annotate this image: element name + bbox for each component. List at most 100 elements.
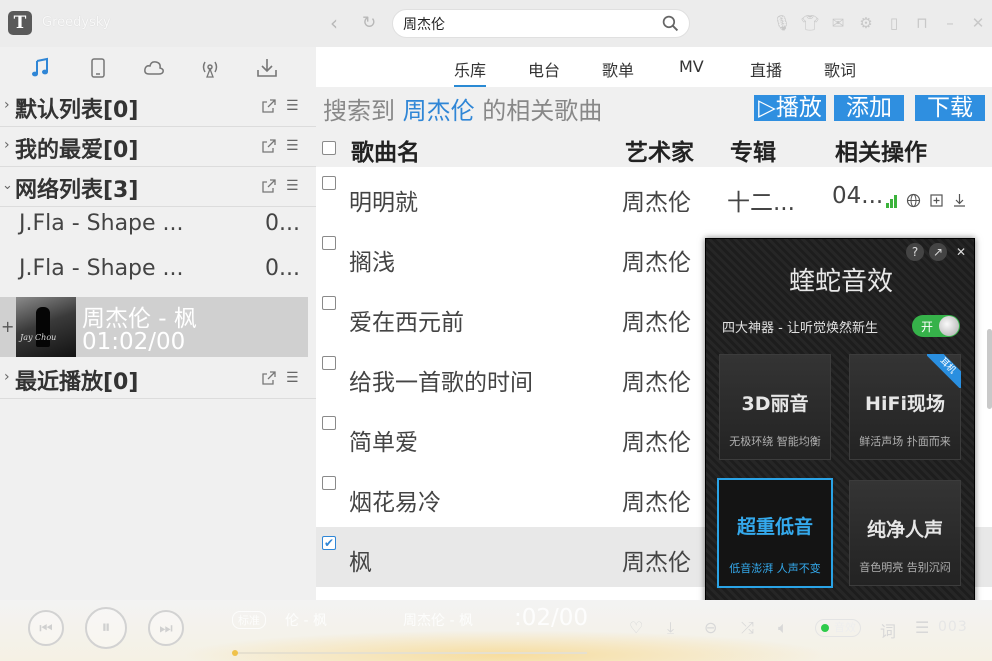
popout-icon[interactable]: ↗ [929, 243, 947, 261]
effect-toggle[interactable]: 开 [912, 315, 960, 337]
list-recent[interactable]: › 最近播放[0] ☰ [0, 359, 316, 399]
shuffle-icon[interactable]: ⤮ [741, 618, 754, 638]
row-checkbox-checked[interactable]: ✔ [322, 536, 336, 550]
next-icon[interactable]: ⏭ [148, 610, 184, 646]
chevron-down-icon[interactable]: ⌄ [2, 178, 13, 193]
lyrics-button[interactable]: 词 [880, 618, 896, 642]
effect-card-3d[interactable]: 3D丽音 无极环绕 智能均衡 [719, 354, 831, 460]
scrollbar[interactable] [987, 329, 992, 409]
gear-icon[interactable]: ⚙ [852, 14, 880, 32]
popup-controls: ? ↗ ✕ [906, 243, 970, 261]
list-network[interactable]: ⌄ 网络列表[3] ☰ [0, 167, 316, 207]
list-item[interactable]: J.Fla - Shape ... 0... [0, 207, 316, 251]
no-entry-icon[interactable]: ⊖ [704, 618, 717, 637]
chevron-right-icon[interactable]: › [4, 137, 10, 153]
row-checkbox[interactable] [322, 476, 336, 490]
tab-library[interactable]: 乐库 [454, 57, 487, 87]
share-icon[interactable] [262, 371, 276, 385]
effect-card-vocal[interactable]: 纯净人声 音色明亮 告别沉闷 [849, 480, 961, 586]
effect-desc: 音色明亮 告别沉闷 [859, 561, 951, 574]
player-song-left: 伦 - 枫 [285, 613, 327, 629]
row-checkbox[interactable] [322, 236, 336, 250]
add-button[interactable]: 添加 [834, 95, 904, 121]
mini-mode-icon[interactable]: ▯ [880, 14, 908, 32]
cloud-icon[interactable] [143, 57, 165, 79]
minimize-icon[interactable]: – [936, 14, 964, 32]
share-icon[interactable] [262, 179, 276, 193]
playlist-icon[interactable]: ☰ [915, 618, 929, 637]
volume-icon[interactable]: 🔈︎ [778, 618, 788, 638]
list-title: 默认列表[0] [15, 98, 139, 123]
radio-icon[interactable] [199, 57, 221, 79]
chevron-right-icon[interactable]: › [4, 369, 10, 385]
search-input[interactable] [403, 13, 653, 34]
previous-icon[interactable]: ⏮ [28, 610, 64, 646]
menu-icon[interactable]: ☰ [286, 98, 299, 114]
table-row[interactable]: 明明就 周杰伦 十二... 04... [316, 167, 992, 227]
shirt-skin-icon[interactable]: 👕︎ [796, 14, 824, 32]
menu-icon[interactable]: ☰ [286, 178, 299, 194]
list-favorite[interactable]: › 我的最爱[0] ☰ [0, 127, 316, 167]
download-button[interactable]: 下载 [915, 95, 985, 121]
menu-icon[interactable]: ☰ [286, 138, 299, 154]
tab-mv[interactable]: MV [679, 57, 704, 76]
play-button[interactable]: ▷播放 [754, 95, 826, 121]
main-tab-bar: 乐库 电台 歌单 MV 直播 歌词 [316, 47, 992, 87]
search-icon[interactable] [662, 15, 679, 32]
close-icon[interactable]: ✕ [952, 243, 970, 261]
tab-live[interactable]: 直播 [750, 57, 782, 81]
globe-icon[interactable] [906, 193, 921, 208]
toggle-label: 开 [921, 320, 934, 334]
now-playing-item[interactable]: + Jay Chou 周杰伦 - 枫 01:02/00 [0, 297, 308, 357]
tab-radio[interactable]: 电台 [528, 57, 560, 81]
row-checkbox[interactable] [322, 176, 336, 190]
quality-tag[interactable]: 标准 [232, 611, 266, 629]
music-note-icon[interactable] [30, 57, 52, 79]
plus-icon[interactable]: + [1, 317, 14, 336]
pause-icon[interactable]: ⏸ [85, 607, 127, 649]
tab-playlists[interactable]: 歌单 [602, 57, 634, 81]
player-song-center: 周杰伦 - 枫 [403, 613, 473, 629]
progress-handle[interactable] [232, 650, 238, 656]
download-icon[interactable] [952, 193, 967, 208]
mail-icon[interactable]: ✉ [824, 14, 852, 32]
window-controls: 🎙︎ 👕︎ ✉ ⚙ ▯ ⊓ – ✕ [768, 8, 992, 38]
now-playing-time: 01:02/00 [82, 329, 186, 355]
now-playing-title: 周杰伦 - 枫 [82, 306, 197, 332]
chevron-right-icon[interactable]: › [4, 97, 10, 113]
lock-icon[interactable]: ⊓ [908, 14, 936, 32]
row-checkbox[interactable] [322, 416, 336, 430]
progress-bar[interactable] [232, 650, 587, 656]
microphone-icon[interactable]: 🎙︎ [768, 14, 796, 32]
phone-icon[interactable] [87, 57, 109, 79]
song-artist: 周杰伦 [622, 550, 691, 576]
effect-title: HiFi现场 [865, 393, 945, 415]
row-checkbox[interactable] [322, 296, 336, 310]
effect-card-hifi[interactable]: 耳机 HiFi现场 鲜活声场 扑面而来 [849, 354, 961, 460]
list-default[interactable]: › 默认列表[0] ☰ [0, 87, 316, 127]
heart-icon[interactable]: ♡ [629, 618, 643, 637]
list-item[interactable]: J.Fla - Shape ... 0... [0, 252, 316, 296]
tab-lyrics[interactable]: 歌词 [824, 57, 856, 81]
help-icon[interactable]: ? [906, 243, 924, 261]
share-icon[interactable] [262, 99, 276, 113]
header-ops: 相关操作 [835, 140, 927, 166]
close-icon[interactable]: ✕ [964, 14, 992, 32]
refresh-icon[interactable]: ↻ [362, 12, 376, 34]
left-panel: › 默认列表[0] ☰ › 我的最爱[0] ☰ ⌄ 网络列表[3] ☰ J.Fl… [0, 47, 316, 600]
row-checkbox[interactable] [322, 356, 336, 370]
menu-icon[interactable]: ☰ [286, 370, 299, 386]
track-name: J.Fla - Shape ... [19, 256, 184, 281]
download-icon[interactable]: ⤓ [667, 618, 674, 638]
song-artist: 周杰伦 [622, 430, 691, 456]
add-to-list-icon[interactable] [929, 193, 944, 208]
effect-card-bass[interactable]: 超重低音 低音澎湃 人声不变 [717, 478, 833, 588]
download-icon[interactable] [256, 57, 278, 79]
title-bar: T Greedysky ‹ ↻ 🎙︎ 👕︎ ✉ ⚙ ▯ ⊓ – ✕ [0, 0, 992, 47]
sound-effect-button[interactable]: 音效 [815, 619, 861, 637]
effect-desc: 无极环绕 智能均衡 [729, 435, 821, 448]
left-tab-bar [0, 47, 316, 87]
back-arrow-icon[interactable]: ‹ [330, 12, 338, 34]
share-icon[interactable] [262, 139, 276, 153]
select-all-checkbox[interactable] [322, 141, 336, 155]
